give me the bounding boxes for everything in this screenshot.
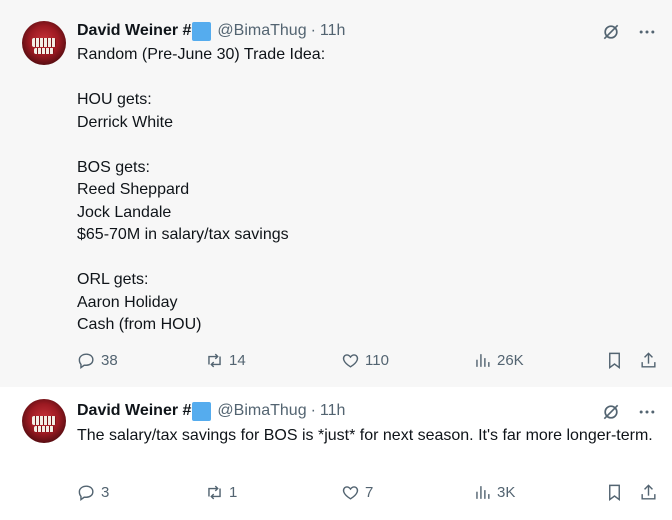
views-count: 26K (497, 352, 524, 369)
views-button[interactable]: 3K (473, 483, 515, 502)
avatar-teeth-bottom (34, 426, 54, 432)
tweet-2-text: The salary/tax savings for BOS is *just*… (77, 427, 653, 444)
tweet-2-header: David Weiner # @BimaThug · 11h (77, 401, 345, 421)
repost-icon (208, 485, 221, 500)
tweet-1-actions: 38 14 110 26K (77, 351, 660, 373)
reply-icon (78, 485, 94, 502)
repost-button[interactable]: 1 (205, 483, 237, 502)
share-icon (641, 352, 656, 368)
avatar-teeth-top (32, 416, 56, 425)
share-button[interactable] (639, 483, 658, 502)
like-icon (342, 354, 359, 368)
repost-icon (208, 353, 221, 368)
more-icon[interactable] (636, 21, 658, 43)
reply-count: 3 (101, 484, 110, 501)
author-handle[interactable]: @BimaThug (217, 402, 306, 420)
reply-icon (78, 353, 94, 370)
tweet-1-avatar[interactable] (22, 21, 66, 65)
bookmark-icon (609, 352, 620, 370)
reply-button[interactable]: 38 (77, 351, 118, 370)
separator-dot: · (310, 22, 316, 39)
timestamp[interactable]: 11h (320, 402, 346, 420)
more-icon[interactable] (636, 401, 658, 423)
repost-count: 1 (229, 484, 238, 501)
bookmark-button[interactable] (605, 351, 624, 370)
tweet-1-top-actions (600, 21, 658, 43)
tweet-2-actions: 3 1 7 3K (77, 483, 660, 505)
author-name[interactable]: David Weiner # (77, 22, 191, 40)
avatar-teeth-top (32, 38, 56, 47)
like-icon (342, 486, 359, 500)
repost-button[interactable]: 14 (205, 351, 246, 370)
grok-icon[interactable] (600, 21, 622, 43)
share-icon (641, 484, 656, 500)
reply-count: 38 (101, 352, 118, 369)
bookmark-button[interactable] (605, 483, 624, 502)
tweet-1-text: Random (Pre-June 30) Trade Idea: HOU get… (77, 46, 326, 333)
flag-badge-icon (192, 401, 212, 421)
tweet-2-top-actions (600, 401, 658, 423)
reply-button[interactable]: 3 (77, 483, 109, 502)
views-icon (476, 486, 490, 499)
like-button[interactable]: 7 (341, 483, 373, 502)
separator-dot: · (310, 402, 316, 419)
avatar-teeth-bottom (34, 48, 54, 54)
share-button[interactable] (639, 351, 658, 370)
like-button[interactable]: 110 (341, 351, 389, 370)
author-handle[interactable]: @BimaThug (217, 22, 306, 40)
like-count: 110 (365, 352, 389, 369)
timestamp[interactable]: 11h (320, 22, 346, 40)
flag-badge-icon (192, 21, 212, 41)
views-button[interactable]: 26K (473, 351, 524, 370)
views-icon (476, 354, 490, 367)
repost-count: 14 (229, 352, 246, 369)
grok-icon[interactable] (600, 401, 622, 423)
views-count: 3K (497, 484, 516, 501)
bookmark-icon (609, 484, 620, 502)
like-count: 7 (365, 484, 374, 501)
tweet-2-avatar[interactable] (22, 399, 66, 443)
author-name[interactable]: David Weiner # (77, 402, 191, 420)
tweet-1-header: David Weiner # @BimaThug · 11h (77, 21, 345, 41)
